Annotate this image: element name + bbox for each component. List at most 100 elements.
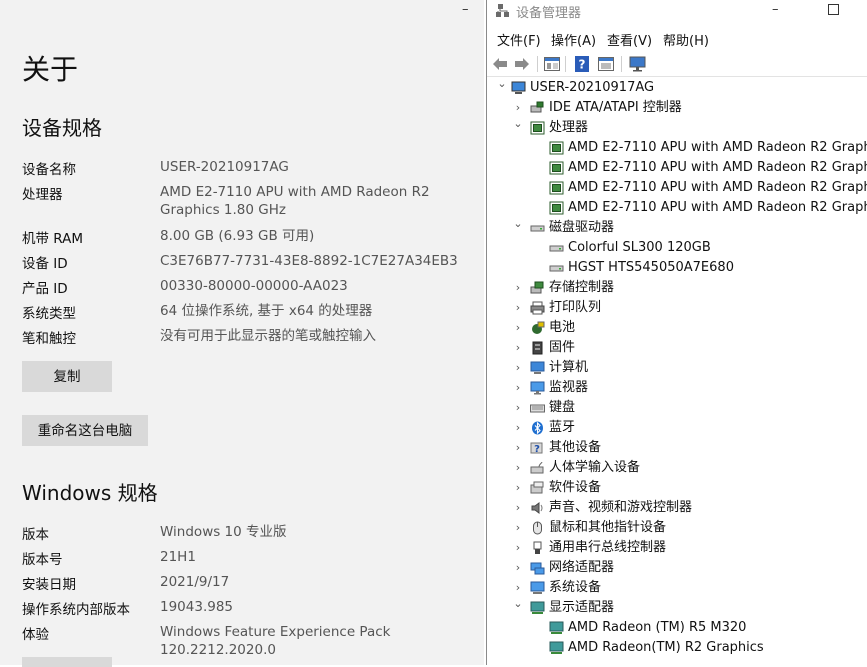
tree-device-label: AMD E2-7110 APU with AMD Radeon R2 Graph…: [568, 140, 867, 155]
device-spec-label: 机带 RAM: [22, 231, 84, 247]
tree-category[interactable]: ⌄ 处理器: [487, 117, 867, 138]
settings-about-pane: – 关于 设备规格 设备名称 USER-20210917AG 处理器 AMD E2-7…: [0, 0, 484, 667]
tree-category[interactable]: ⌄ 磁盘驱动器: [487, 217, 867, 238]
tree-device[interactable]: AMD Radeon (TM) R5 M320: [487, 618, 867, 638]
usb-icon: [530, 541, 545, 555]
tree-category-label: 固件: [549, 340, 576, 355]
device-spec-row: 机带 RAM 8.00 GB (6.93 GB 可用): [22, 227, 482, 252]
tree-category-label: 电池: [549, 320, 576, 335]
tree-category[interactable]: › 键盘: [487, 398, 867, 418]
menu-action[interactable]: 操作(A): [551, 30, 596, 49]
minimize-button[interactable]: –: [462, 2, 469, 17]
maximize-button[interactable]: [828, 4, 839, 15]
disk-drive-icon: [549, 241, 564, 255]
monitor-scan-icon[interactable]: [629, 55, 647, 73]
tree-category[interactable]: › 蓝牙: [487, 418, 867, 438]
menu-file[interactable]: 文件(F): [497, 30, 541, 49]
windows-spec-row: 安装日期 2021/9/17: [22, 573, 482, 598]
battery-icon: [530, 321, 545, 335]
tree-category[interactable]: › 通用串行总线控制器: [487, 538, 867, 558]
tree-category[interactable]: › 打印队列: [487, 298, 867, 318]
tree-category-label: 蓝牙: [549, 420, 576, 435]
rename-pc-button[interactable]: 重命名这台电脑: [22, 415, 148, 446]
tree-category-label: 系统设备: [549, 580, 602, 595]
windows-specs-list: 版本 Windows 10 专业版 版本号 21H1 安装日期 2021/9/17 操作系统…: [22, 523, 482, 658]
tree-category[interactable]: › 声音、视频和游戏控制器: [487, 498, 867, 518]
chevron-down-icon[interactable]: ⌄: [497, 74, 507, 94]
partial-button[interactable]: [22, 657, 112, 667]
chevron-down-icon[interactable]: ⌄: [513, 594, 523, 614]
chevron-right-icon[interactable]: ›: [513, 418, 523, 438]
tree-device[interactable]: AMD E2-7110 APU with AMD Radeon R2 Graph…: [487, 178, 867, 198]
tree-category[interactable]: › 存储控制器: [487, 278, 867, 298]
hid-icon: [530, 461, 545, 475]
tree-category[interactable]: › 电池: [487, 318, 867, 338]
tree-category-label: 处理器: [549, 120, 589, 135]
forward-arrow-icon[interactable]: [513, 55, 531, 73]
chevron-right-icon[interactable]: ›: [513, 318, 523, 338]
chevron-right-icon[interactable]: ›: [513, 378, 523, 398]
chevron-right-icon[interactable]: ›: [513, 338, 523, 358]
chevron-right-icon[interactable]: ›: [513, 358, 523, 378]
back-arrow-icon[interactable]: [491, 55, 509, 73]
windows-spec-label: 版本号: [22, 552, 63, 568]
windows-specs-heading: Windows 规格: [22, 481, 158, 505]
tree-category[interactable]: › IDE ATA/ATAPI 控制器: [487, 98, 867, 118]
tree-device[interactable]: AMD E2-7110 APU with AMD Radeon R2 Graph…: [487, 198, 867, 218]
chevron-right-icon[interactable]: ›: [513, 478, 523, 498]
windows-spec-value: Windows 10 专业版: [160, 524, 287, 540]
display-adapter-icon: [549, 641, 564, 655]
minimize-button[interactable]: –: [772, 2, 779, 17]
tree-category-label: 显示适配器: [549, 600, 615, 615]
chevron-right-icon[interactable]: ›: [513, 278, 523, 298]
title-bar: 设备管理器 –: [487, 0, 867, 22]
device-tree: ⌄ USER-20210917AG › IDE ATA/ATAPI 控制器 ⌄ 处理器 AM…: [487, 77, 867, 658]
tree-category[interactable]: › 计算机: [487, 358, 867, 378]
toolbar-separator: [565, 56, 566, 72]
menu-help[interactable]: 帮助(H): [663, 30, 709, 49]
tree-category[interactable]: › 固件: [487, 338, 867, 358]
chevron-right-icon[interactable]: ›: [513, 458, 523, 478]
tree-category-label: 软件设备: [549, 480, 602, 495]
chevron-right-icon[interactable]: ›: [513, 438, 523, 458]
tree-category-label: 其他设备: [549, 440, 602, 455]
chevron-right-icon[interactable]: ›: [513, 538, 523, 558]
tree-category[interactable]: › 人体学输入设备: [487, 458, 867, 478]
chevron-down-icon[interactable]: ⌄: [513, 114, 523, 134]
tree-device[interactable]: AMD Radeon(TM) R2 Graphics: [487, 638, 867, 658]
tree-device[interactable]: HGST HTS545050A7E680: [487, 258, 867, 278]
tree-category-label: 存储控制器: [549, 280, 615, 295]
copy-button[interactable]: 复制: [22, 361, 112, 392]
menu-view[interactable]: 查看(V): [607, 30, 652, 49]
tree-device-label: Colorful SL300 120GB: [568, 240, 711, 255]
device-spec-value: 64 位操作系统, 基于 x64 的处理器: [160, 303, 373, 319]
toolbar-separator: [537, 56, 538, 72]
device-spec-label: 设备 ID: [22, 256, 68, 272]
tree-root-computer[interactable]: ⌄ USER-20210917AG: [487, 77, 867, 98]
tree-device[interactable]: Colorful SL300 120GB: [487, 238, 867, 258]
menu-bar: 文件(F) 操作(A) 查看(V) 帮助(H): [487, 26, 867, 52]
tree-device[interactable]: AMD E2-7110 APU with AMD Radeon R2 Graph…: [487, 138, 867, 158]
chevron-right-icon[interactable]: ›: [513, 398, 523, 418]
device-manager-window: 设备管理器 – 文件(F) 操作(A) 查看(V) 帮助(H) ? ⌄USER: [486, 0, 867, 665]
tree-category[interactable]: ⌄ 显示适配器: [487, 597, 867, 618]
tree-category[interactable]: › 鼠标和其他指针设备: [487, 518, 867, 538]
tree-category[interactable]: › 网络适配器: [487, 558, 867, 578]
chevron-right-icon[interactable]: ›: [513, 558, 523, 578]
chevron-right-icon[interactable]: ›: [513, 298, 523, 318]
tree-device[interactable]: AMD E2-7110 APU with AMD Radeon R2 Graph…: [487, 158, 867, 178]
svg-text:?: ?: [534, 444, 540, 455]
tree-category[interactable]: › 软件设备: [487, 478, 867, 498]
tree-category[interactable]: › 系统设备: [487, 578, 867, 598]
processor-icon: [549, 141, 564, 155]
chevron-right-icon[interactable]: ›: [513, 498, 523, 518]
properties-grid-icon[interactable]: [543, 55, 561, 73]
chevron-down-icon[interactable]: ⌄: [513, 214, 523, 234]
help-icon[interactable]: ?: [573, 55, 591, 73]
ide-controller-icon: [530, 101, 545, 115]
tree-category[interactable]: › 监视器: [487, 378, 867, 398]
tree-category[interactable]: ›? 其他设备: [487, 438, 867, 458]
chevron-right-icon[interactable]: ›: [513, 518, 523, 538]
svg-text:?: ?: [579, 58, 586, 72]
scan-hardware-icon[interactable]: [597, 55, 615, 73]
